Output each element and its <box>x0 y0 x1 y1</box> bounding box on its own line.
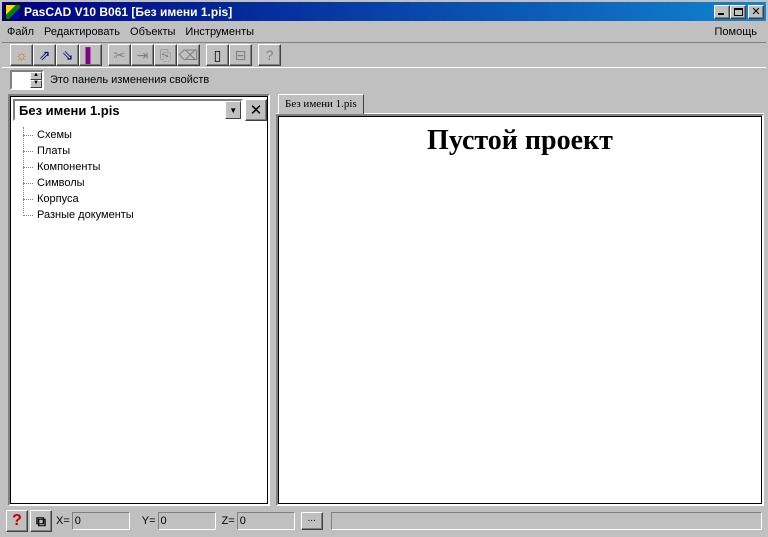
tree-item-schemes[interactable]: Схемы <box>19 127 134 143</box>
layout-icon: ⊟ <box>234 47 247 63</box>
main-toolbar: ☼ ⇗ ⇘ ▌ ✂ ⇥ ⎘ ⌫ ▯ ⊟ ? <box>2 42 766 68</box>
menu-file[interactable]: Файл <box>2 26 39 38</box>
tree-item-symbols[interactable]: Символы <box>19 175 134 191</box>
open-icon: ⇗ <box>38 47 51 63</box>
close-icon: ✕ <box>249 102 263 119</box>
title-bar[interactable]: PasCAD V10 B061 [Без имени 1.pis] ✕ <box>2 2 766 21</box>
status-bar: ? ⧉ X= 0 Y= 0 Z= 0 ... <box>2 508 766 534</box>
x-label: X= <box>56 515 70 527</box>
menu-help[interactable]: Помощь <box>710 26 763 38</box>
project-combo[interactable]: Без имени 1.pis ▼ <box>13 99 244 121</box>
app-window: PasCAD V10 B061 [Без имени 1.pis] ✕ Файл… <box>0 0 768 537</box>
spin-down-arrow-icon[interactable]: ▼ <box>30 80 42 88</box>
copy-pages-icon: ⧉ <box>36 512 46 529</box>
new-project-icon: ☼ <box>15 47 28 63</box>
project-panel-inner: Без имени 1.pis ▼ ✕ Схемы Платы Компонен… <box>10 96 268 504</box>
close-icon: ✕ <box>751 5 761 18</box>
panel-splitter[interactable] <box>271 94 275 506</box>
tree-item-misc-documents[interactable]: Разные документы <box>19 207 134 223</box>
property-spin-input[interactable]: ▲ ▼ <box>10 70 44 90</box>
menu-edit[interactable]: Редактировать <box>39 26 125 38</box>
open-button[interactable]: ⇗ <box>33 44 56 66</box>
window-title: PasCAD V10 B061 [Без имени 1.pis] <box>24 4 233 19</box>
tree-item-packages[interactable]: Корпуса <box>19 191 134 207</box>
x-field: 0 <box>71 512 130 530</box>
project-selector-bar: Без имени 1.pis ▼ ✕ <box>13 98 267 122</box>
chevron-down-icon[interactable]: ▼ <box>225 101 242 119</box>
paste-icon: ⎘ <box>159 47 172 63</box>
delete-button[interactable]: ⌫ <box>177 44 200 66</box>
close-project-button[interactable]: ✕ <box>245 99 267 121</box>
tab-document[interactable]: Без имени 1.pis <box>278 94 364 114</box>
cut-button[interactable]: ✂ <box>108 44 131 66</box>
context-help-button[interactable]: ? <box>6 510 28 532</box>
cut-icon: ✂ <box>113 47 126 63</box>
close-window-button[interactable]: ✕ <box>748 4 764 19</box>
paste-button[interactable]: ⎘ <box>154 44 177 66</box>
menu-objects[interactable]: Объекты <box>125 26 180 38</box>
spin-up-arrow-icon[interactable]: ▲ <box>30 72 42 80</box>
page-button[interactable]: ▯ <box>206 44 229 66</box>
menu-bar: Файл Редактировать Объекты Инструменты П… <box>2 22 766 41</box>
maximize-icon <box>734 7 743 16</box>
document-view-inner: Пустой проект <box>278 116 762 504</box>
new-project-button[interactable]: ☼ <box>10 44 33 66</box>
delete-icon: ⌫ <box>178 47 199 63</box>
tree-item-components[interactable]: Компоненты <box>19 159 134 175</box>
copy-button[interactable]: ⇥ <box>131 44 154 66</box>
spin-arrows: ▲ ▼ <box>30 72 42 88</box>
project-tree: Схемы Платы Компоненты Символы Корпуса Р… <box>19 127 134 223</box>
project-name: Без имени 1.pis <box>19 102 120 118</box>
exit-door-icon: ▌ <box>85 47 96 63</box>
layout-button[interactable]: ⊟ <box>229 44 252 66</box>
z-field: 0 <box>236 512 295 530</box>
pascad-app-icon[interactable] <box>5 3 21 20</box>
y-field: 0 <box>157 512 216 530</box>
property-panel-label: Это панель изменения свойств <box>50 74 210 86</box>
y-label: Y= <box>141 515 156 527</box>
save-button[interactable]: ⇘ <box>56 44 79 66</box>
project-panel: Без имени 1.pis ▼ ✕ Схемы Платы Компонен… <box>8 94 270 506</box>
document-title: Пустой проект <box>427 125 613 156</box>
maximize-button[interactable] <box>730 4 746 19</box>
document-tabs: Без имени 1.pis <box>276 94 764 114</box>
menu-tools[interactable]: Инструменты <box>180 26 259 38</box>
exit-button[interactable]: ▌ <box>79 44 102 66</box>
z-label: Z= <box>221 515 235 527</box>
property-panel: ▲ ▼ Это панель изменения свойств <box>2 69 766 91</box>
copy-coords-button[interactable]: ⧉ <box>30 510 52 532</box>
status-message <box>330 512 762 530</box>
question-icon: ? <box>12 512 22 529</box>
more-button[interactable]: ... <box>300 512 323 530</box>
minimize-button[interactable] <box>714 4 730 19</box>
page-icon: ▯ <box>213 47 222 63</box>
copy-icon: ⇥ <box>136 47 149 63</box>
minimize-icon <box>718 12 724 15</box>
document-view[interactable]: Пустой проект <box>276 114 764 506</box>
window-controls: ✕ <box>714 4 764 19</box>
help-icon: ? <box>265 47 274 63</box>
save-icon: ⇘ <box>61 47 74 63</box>
tree-item-boards[interactable]: Платы <box>19 143 134 159</box>
help-button[interactable]: ? <box>258 44 281 66</box>
